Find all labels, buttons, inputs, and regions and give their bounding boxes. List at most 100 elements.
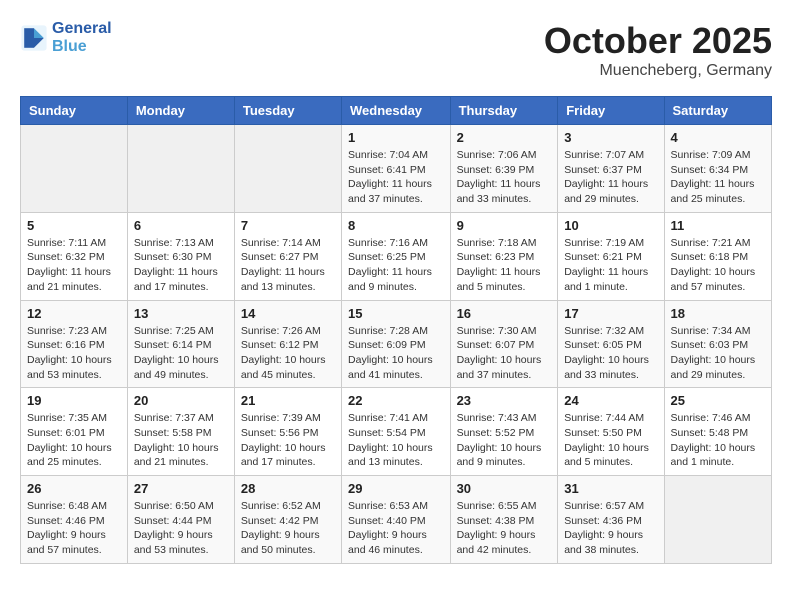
day-number: 12 (27, 306, 121, 321)
day-number: 30 (457, 481, 552, 496)
day-number: 23 (457, 393, 552, 408)
location-subtitle: Muencheberg, Germany (544, 62, 772, 80)
day-number: 18 (671, 306, 765, 321)
calendar-cell: 1 Sunrise: 7:04 AM Sunset: 6:41 PM Daylig… (342, 125, 451, 213)
weekday-header-thursday: Thursday (450, 97, 558, 125)
day-number: 19 (27, 393, 121, 408)
day-number: 26 (27, 481, 121, 496)
calendar-cell: 28 Sunrise: 6:52 AM Sunset: 4:42 PM Dayli… (234, 476, 341, 564)
logo: General Blue (20, 20, 112, 56)
day-number: 14 (241, 306, 335, 321)
calendar-cell: 31 Sunrise: 6:57 AM Sunset: 4:36 PM Dayli… (558, 476, 664, 564)
calendar-cell (664, 476, 771, 564)
day-number: 27 (134, 481, 228, 496)
day-number: 11 (671, 218, 765, 233)
calendar-cell: 8 Sunrise: 7:16 AM Sunset: 6:25 PM Daylig… (342, 212, 451, 300)
day-info: Sunrise: 7:18 AM Sunset: 6:23 PM Dayligh… (457, 236, 552, 295)
calendar-cell: 7Sunrise: 7:14 AM Sunset: 6:27 PM Daylig… (234, 212, 341, 300)
weekday-header-sunday: Sunday (21, 97, 128, 125)
day-info: Sunrise: 6:48 AM Sunset: 4:46 PM Dayligh… (27, 499, 121, 558)
day-number: 20 (134, 393, 228, 408)
day-number: 28 (241, 481, 335, 496)
day-info: Sunrise: 7:26 AM Sunset: 6:12 PM Dayligh… (241, 324, 335, 383)
day-info: Sunrise: 7:16 AM Sunset: 6:25 PM Dayligh… (348, 236, 444, 295)
day-info: Sunrise: 7:32 AM Sunset: 6:05 PM Dayligh… (564, 324, 657, 383)
calendar-cell: 20 Sunrise: 7:37 AM Sunset: 5:58 PM Dayli… (127, 388, 234, 476)
calendar-cell: 9 Sunrise: 7:18 AM Sunset: 6:23 PM Daylig… (450, 212, 558, 300)
calendar-cell: 23 Sunrise: 7:43 AM Sunset: 5:52 PM Dayli… (450, 388, 558, 476)
calendar-cell: 21 Sunrise: 7:39 AM Sunset: 5:56 PM Dayli… (234, 388, 341, 476)
day-number: 9 (457, 218, 552, 233)
day-number: 31 (564, 481, 657, 496)
day-info: Sunrise: 7:43 AM Sunset: 5:52 PM Dayligh… (457, 411, 552, 470)
month-title: October 2025 (544, 20, 772, 62)
day-number: 2 (457, 130, 552, 145)
day-info: Sunrise: 7:09 AM Sunset: 6:34 PM Dayligh… (671, 148, 765, 207)
calendar-cell: 19Sunrise: 7:35 AM Sunset: 6:01 PM Dayli… (21, 388, 128, 476)
calendar-cell: 26 Sunrise: 6:48 AM Sunset: 4:46 PM Dayli… (21, 476, 128, 564)
day-number: 5 (27, 218, 121, 233)
weekday-header-saturday: Saturday (664, 97, 771, 125)
calendar-cell: 30 Sunrise: 6:55 AM Sunset: 4:38 PM Dayli… (450, 476, 558, 564)
day-info: Sunrise: 7:13 AM Sunset: 6:30 PM Dayligh… (134, 236, 228, 295)
calendar-cell: 13 Sunrise: 7:25 AM Sunset: 6:14 PM Dayli… (127, 300, 234, 388)
day-number: 6 (134, 218, 228, 233)
day-info: Sunrise: 7:07 AM Sunset: 6:37 PM Dayligh… (564, 148, 657, 207)
day-info: Sunrise: 6:52 AM Sunset: 4:42 PM Dayligh… (241, 499, 335, 558)
calendar-table: SundayMondayTuesdayWednesdayThursdayFrid… (20, 96, 772, 564)
logo-line2: Blue (52, 38, 112, 56)
day-number: 22 (348, 393, 444, 408)
calendar-cell: 16 Sunrise: 7:30 AM Sunset: 6:07 PM Dayli… (450, 300, 558, 388)
weekday-header-wednesday: Wednesday (342, 97, 451, 125)
day-info: Sunrise: 7:04 AM Sunset: 6:41 PM Dayligh… (348, 148, 444, 207)
day-info: Sunrise: 6:55 AM Sunset: 4:38 PM Dayligh… (457, 499, 552, 558)
calendar-cell: 15Sunrise: 7:28 AM Sunset: 6:09 PM Dayli… (342, 300, 451, 388)
calendar-cell: 27Sunrise: 6:50 AM Sunset: 4:44 PM Dayli… (127, 476, 234, 564)
week-row-4: 19Sunrise: 7:35 AM Sunset: 6:01 PM Dayli… (21, 388, 772, 476)
day-number: 8 (348, 218, 444, 233)
day-number: 1 (348, 130, 444, 145)
calendar-cell: 10Sunrise: 7:19 AM Sunset: 6:21 PM Dayli… (558, 212, 664, 300)
day-number: 15 (348, 306, 444, 321)
calendar-cell: 22Sunrise: 7:41 AM Sunset: 5:54 PM Dayli… (342, 388, 451, 476)
day-number: 13 (134, 306, 228, 321)
day-number: 17 (564, 306, 657, 321)
day-info: Sunrise: 7:30 AM Sunset: 6:07 PM Dayligh… (457, 324, 552, 383)
day-number: 3 (564, 130, 657, 145)
day-info: Sunrise: 7:06 AM Sunset: 6:39 PM Dayligh… (457, 148, 552, 207)
week-row-2: 5 Sunrise: 7:11 AM Sunset: 6:32 PM Daylig… (21, 212, 772, 300)
day-number: 21 (241, 393, 335, 408)
weekday-header-monday: Monday (127, 97, 234, 125)
week-row-5: 26 Sunrise: 6:48 AM Sunset: 4:46 PM Dayli… (21, 476, 772, 564)
calendar-cell: 17 Sunrise: 7:32 AM Sunset: 6:05 PM Dayli… (558, 300, 664, 388)
calendar-cell: 4 Sunrise: 7:09 AM Sunset: 6:34 PM Daylig… (664, 125, 771, 213)
weekday-header-row: SundayMondayTuesdayWednesdayThursdayFrid… (21, 97, 772, 125)
calendar-cell: 11Sunrise: 7:21 AM Sunset: 6:18 PM Dayli… (664, 212, 771, 300)
day-info: Sunrise: 7:23 AM Sunset: 6:16 PM Dayligh… (27, 324, 121, 383)
day-info: Sunrise: 7:39 AM Sunset: 5:56 PM Dayligh… (241, 411, 335, 470)
day-number: 4 (671, 130, 765, 145)
calendar-cell: 3 Sunrise: 7:07 AM Sunset: 6:37 PM Daylig… (558, 125, 664, 213)
day-info: Sunrise: 7:14 AM Sunset: 6:27 PM Dayligh… (241, 236, 335, 295)
calendar-cell: 5 Sunrise: 7:11 AM Sunset: 6:32 PM Daylig… (21, 212, 128, 300)
day-number: 25 (671, 393, 765, 408)
calendar-cell: 14 Sunrise: 7:26 AM Sunset: 6:12 PM Dayli… (234, 300, 341, 388)
day-number: 16 (457, 306, 552, 321)
day-info: Sunrise: 7:46 AM Sunset: 5:48 PM Dayligh… (671, 411, 765, 470)
day-info: Sunrise: 6:57 AM Sunset: 4:36 PM Dayligh… (564, 499, 657, 558)
week-row-3: 12 Sunrise: 7:23 AM Sunset: 6:16 PM Dayli… (21, 300, 772, 388)
day-info: Sunrise: 7:19 AM Sunset: 6:21 PM Dayligh… (564, 236, 657, 295)
day-info: Sunrise: 7:44 AM Sunset: 5:50 PM Dayligh… (564, 411, 657, 470)
calendar-cell (127, 125, 234, 213)
day-info: Sunrise: 7:25 AM Sunset: 6:14 PM Dayligh… (134, 324, 228, 383)
week-row-1: 1 Sunrise: 7:04 AM Sunset: 6:41 PM Daylig… (21, 125, 772, 213)
calendar-cell: 18Sunrise: 7:34 AM Sunset: 6:03 PM Dayli… (664, 300, 771, 388)
calendar-cell: 25 Sunrise: 7:46 AM Sunset: 5:48 PM Dayli… (664, 388, 771, 476)
calendar-cell: 29Sunrise: 6:53 AM Sunset: 4:40 PM Dayli… (342, 476, 451, 564)
logo-line1: General (52, 20, 112, 38)
day-info: Sunrise: 7:37 AM Sunset: 5:58 PM Dayligh… (134, 411, 228, 470)
day-number: 24 (564, 393, 657, 408)
calendar-cell: 12 Sunrise: 7:23 AM Sunset: 6:16 PM Dayli… (21, 300, 128, 388)
day-info: Sunrise: 7:11 AM Sunset: 6:32 PM Dayligh… (27, 236, 121, 295)
calendar-cell: 24 Sunrise: 7:44 AM Sunset: 5:50 PM Dayli… (558, 388, 664, 476)
